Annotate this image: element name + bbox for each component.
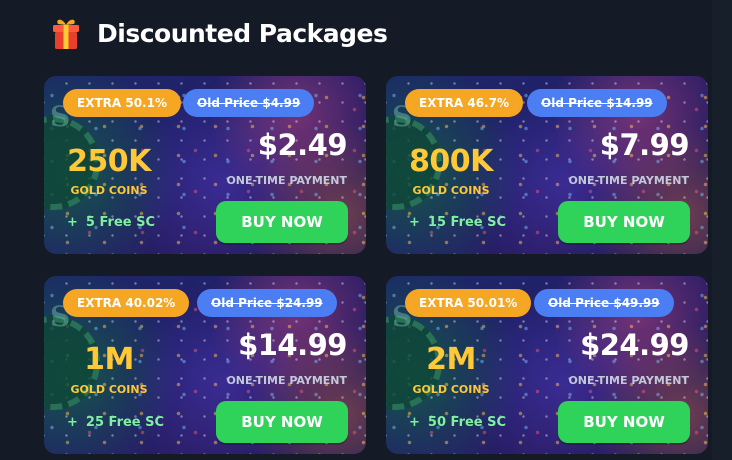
old-price-badge: Old Price $49.99 [534, 289, 674, 317]
old-price-badge: Old Price $24.99 [197, 289, 337, 317]
old-price-badge: Old Price $4.99 [183, 89, 315, 117]
package-price: $7.99 [599, 128, 690, 162]
payment-type-label: ONE-TIME PAYMENT [568, 374, 689, 387]
bonus-sc: +50 Free SC [409, 415, 506, 430]
bonus-sc-text: 15 Free SC [427, 215, 507, 230]
page-title: Discounted Packages [97, 18, 388, 48]
plus-icon: + [409, 215, 420, 230]
buy-now-button[interactable]: BUY NOW [216, 201, 348, 243]
payment-type-label: ONE-TIME PAYMENT [226, 374, 347, 387]
gold-coins-label: GOLD COINS [412, 383, 490, 396]
gold-coins-amount: 1M [84, 342, 134, 377]
package-price: $2.49 [257, 128, 348, 162]
plus-icon: + [67, 215, 78, 230]
bonus-sc: +15 Free SC [409, 215, 506, 230]
package-price: $14.99 [238, 328, 347, 362]
bonus-sc: +5 Free SC [67, 215, 155, 230]
extra-bonus-badge: EXTRA 50.01% [405, 289, 532, 317]
extra-bonus-badge: EXTRA 46.7% [405, 89, 523, 117]
package-card: S EXTRA 46.7% Old Price $14.99 800K GOLD… [386, 76, 708, 254]
gold-coins-label: GOLD COINS [70, 383, 148, 396]
plus-icon: + [67, 415, 78, 430]
gift-icon [51, 16, 81, 50]
page: Discounted Packages S EXTRA 50.1% Old Pr… [0, 0, 732, 460]
gold-coins-amount: 2M [426, 342, 476, 377]
scrollbar-track[interactable] [712, 0, 732, 460]
bonus-sc-text: 50 Free SC [427, 415, 507, 430]
buy-now-button[interactable]: BUY NOW [216, 401, 348, 443]
buy-now-button[interactable]: BUY NOW [558, 401, 690, 443]
plus-icon: + [409, 415, 420, 430]
bonus-sc-text: 25 Free SC [85, 415, 165, 430]
bonus-sc-text: 5 Free SC [85, 215, 156, 230]
package-price: $24.99 [580, 328, 689, 362]
payment-type-label: ONE-TIME PAYMENT [568, 174, 689, 187]
package-card: S EXTRA 40.02% Old Price $24.99 1M GOLD … [44, 276, 366, 454]
package-card: S EXTRA 50.1% Old Price $4.99 250K GOLD … [44, 76, 366, 254]
gold-coins-label: GOLD COINS [412, 184, 490, 197]
gold-coins-amount: 800K [409, 144, 493, 179]
old-price-badge: Old Price $14.99 [527, 89, 667, 117]
payment-type-label: ONE-TIME PAYMENT [226, 174, 347, 187]
package-card: S EXTRA 50.01% Old Price $49.99 2M GOLD … [386, 276, 708, 454]
bonus-sc: +25 Free SC [67, 415, 164, 430]
gold-coins-amount: 250K [67, 144, 151, 179]
extra-bonus-badge: EXTRA 50.1% [63, 89, 181, 117]
extra-bonus-badge: EXTRA 40.02% [63, 289, 190, 317]
buy-now-button[interactable]: BUY NOW [558, 201, 690, 243]
gold-coins-label: GOLD COINS [70, 184, 148, 197]
section-header: Discounted Packages [51, 14, 388, 52]
